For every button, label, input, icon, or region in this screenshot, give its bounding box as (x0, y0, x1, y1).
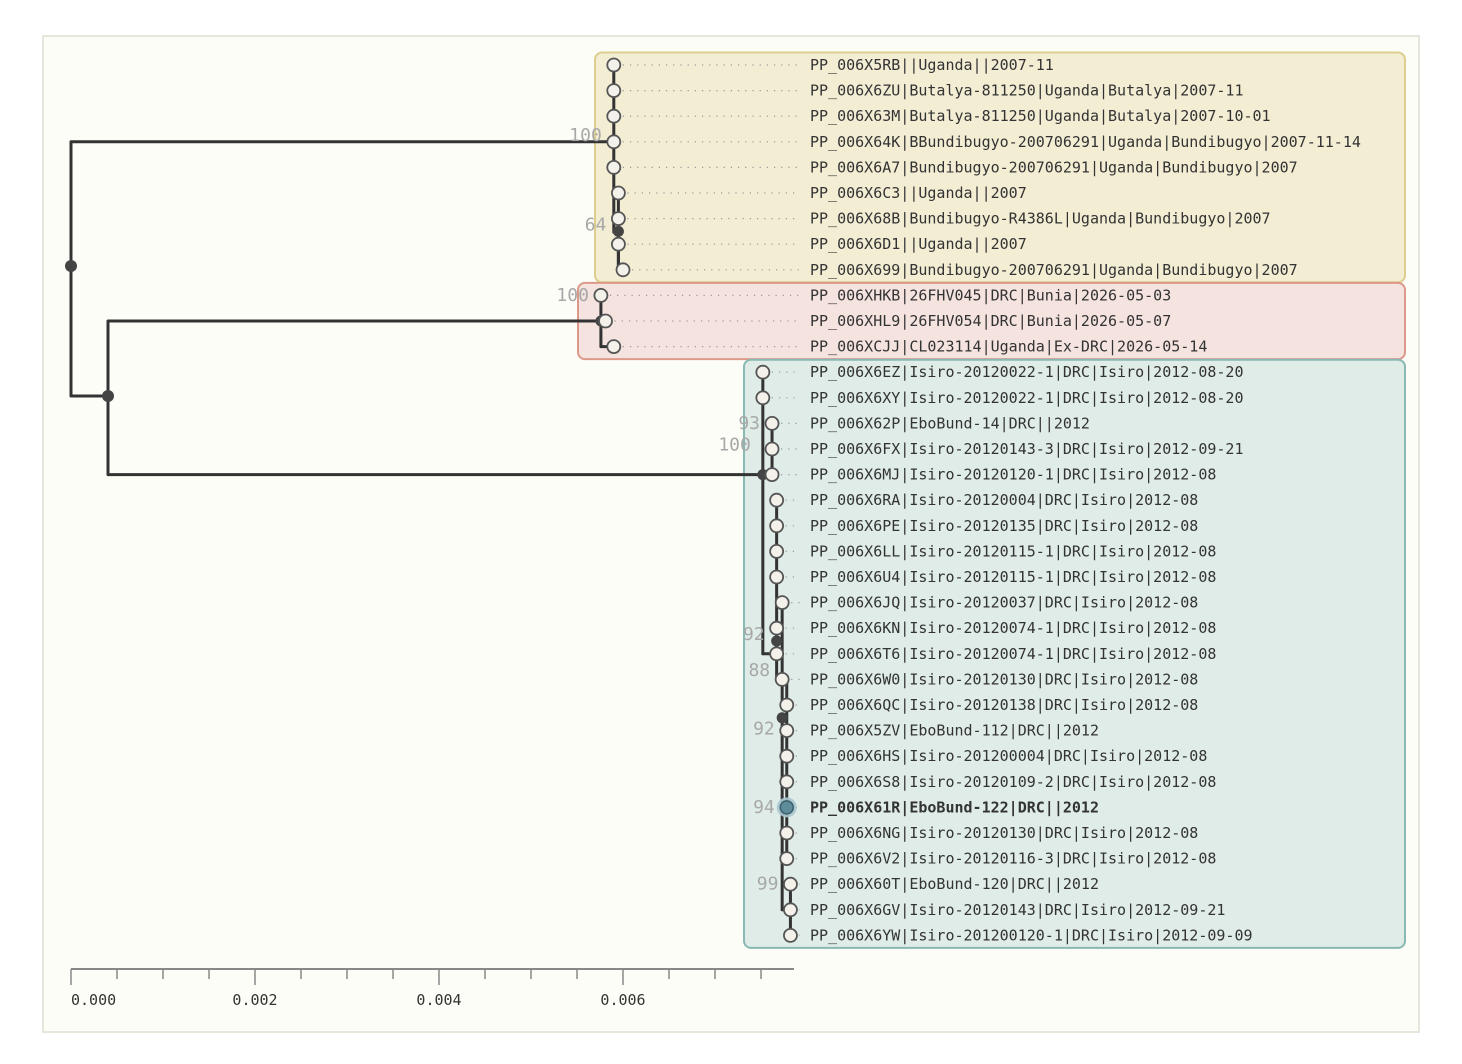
tree-panel: 0.000 0.002 0.004 0.006 PP_006X5RB||Uganda|… (42, 35, 1420, 1033)
tip-node (779, 697, 795, 713)
tip-label: PP_006X6T6|Isiro-20120074-1|DRC|Isiro|20… (810, 645, 1216, 663)
tip-label: PP_006X6KN|Isiro-20120074-1|DRC|Isiro|20… (810, 619, 1216, 637)
support-value: 92 (753, 719, 775, 740)
tip-label: PP_006X68B|Bundibugyo-R4386L|Uganda|Bund… (810, 210, 1271, 228)
support-value: 93 (738, 413, 760, 434)
tip-node (755, 390, 771, 406)
tip-node (779, 851, 795, 866)
tip-label: PP_006X6PE|Isiro-20120135|DRC|Isiro|2012… (810, 517, 1198, 535)
tip-label: PP_006X6C3||Uganda||2007 (810, 184, 1027, 202)
tip-label: PP_006XCJJ|CL023114|Uganda|Ex-DRC|2026-0… (810, 338, 1207, 356)
tip-label: PP_006X699|Bundibugyo-200706291|Uganda|B… (810, 261, 1298, 279)
support-value: 64 (585, 214, 607, 235)
tip-node (606, 339, 622, 355)
tip-node (774, 595, 790, 610)
tip-label: PP_006X64K|BBundibugyo-200706291|Uganda|… (810, 133, 1361, 151)
highlighted-tip-node (779, 800, 795, 815)
tip-node (779, 774, 795, 790)
tip-node (769, 569, 785, 585)
tip-node (769, 544, 785, 559)
internal-node (776, 712, 788, 724)
tip-node (769, 646, 785, 662)
internal-node (612, 225, 624, 237)
support-value: 92 (743, 624, 765, 645)
tip-node (764, 441, 780, 457)
tip-node (783, 876, 798, 892)
support-value: 100 (718, 435, 751, 456)
tip-label: PP_006X6NG|Isiro-20120130|DRC|Isiro|2012… (810, 824, 1198, 842)
tip-label: PP_006X60T|EboBund-120|DRC||2012 (810, 875, 1099, 893)
tip-node (611, 185, 626, 201)
tip-node (598, 313, 613, 329)
branch (106, 319, 603, 398)
tip-node (606, 83, 622, 98)
internal-node (771, 635, 783, 647)
tip-node (755, 364, 771, 380)
tip-label: PP_006X5RB||Uganda||2007-11 (810, 56, 1054, 74)
tip-label: PP_006X6V2|Isiro-20120116-3|DRC|Isiro|20… (810, 850, 1216, 868)
branch (69, 264, 110, 398)
tip-node (783, 902, 798, 918)
support-value: 100 (569, 125, 602, 146)
tip-node (769, 492, 785, 508)
tip-node (615, 262, 631, 278)
tip-label: PP_006X6HS|Isiro-201200004|DRC|Isiro|201… (810, 747, 1207, 765)
tip-node (779, 825, 795, 841)
tip-label: PP_006X6JQ|Isiro-20120037|DRC|Isiro|2012… (810, 594, 1198, 612)
axis-tick-label: 0.006 (600, 991, 645, 1009)
phylogenetic-tree: 0.000 0.002 0.004 0.006 PP_006X5RB||Uganda|… (65, 51, 1406, 1009)
tip-label: PP_006X6XY|Isiro-20120022-1|DRC|Isiro|20… (810, 389, 1243, 407)
tip-label: PP_006X6MJ|Isiro-20120120-1|DRC|Isiro|20… (810, 466, 1216, 484)
tip-label: PP_006XHKB|26FHV045|DRC|Bunia|2026-05-03 (810, 286, 1171, 304)
tip-label: PP_006X6W0|Isiro-20120130|DRC|Isiro|2012… (810, 670, 1198, 688)
tip-label: PP_006X5ZV|EboBund-112|DRC||2012 (810, 722, 1099, 740)
axis-tick-label: 0.004 (416, 991, 461, 1009)
highlighted-tip-label: PP_006X61R|EboBund-122|DRC||2012 (810, 798, 1099, 817)
tip-label: PP_006X6ZU|Butalya-811250|Uganda|Butalya… (810, 82, 1243, 100)
scale-axis: 0.000 0.002 0.004 0.006 (70, 968, 794, 1009)
tip-node (606, 108, 622, 124)
support-value: 99 (757, 874, 779, 895)
internal-node (102, 390, 114, 402)
tip-label: PP_006X6FX|Isiro-20120143-3|DRC|Isiro|20… (810, 440, 1243, 458)
tip-label: PP_006X6QC|Isiro-20120138|DRC|Isiro|2012… (810, 696, 1198, 714)
support-value: 88 (748, 660, 770, 681)
internal-node (65, 260, 77, 272)
tip-node (769, 518, 785, 534)
tip-label: PP_006X6RA|Isiro-20120004|DRC|Isiro|2012… (810, 491, 1198, 509)
tip-label: PP_006X6GV|Isiro-20120143|DRC|Isiro|2012… (810, 901, 1225, 919)
tip-label: PP_006X6EZ|Isiro-20120022-1|DRC|Isiro|20… (810, 363, 1243, 381)
tip-label: PP_006X6LL|Isiro-20120115-1|DRC|Isiro|20… (810, 542, 1216, 560)
tip-node (606, 134, 622, 150)
support-value: 100 (556, 285, 589, 306)
axis-tick-label: 0.000 (71, 991, 116, 1009)
tip-node (611, 211, 626, 227)
tip-node (779, 748, 795, 764)
branch (69, 140, 616, 268)
tip-node (593, 287, 609, 303)
tip-node (769, 620, 785, 636)
tip-label: PP_006X62P|EboBund-14|DRC||2012 (810, 414, 1090, 432)
branch (106, 394, 765, 477)
tip-label: PP_006X6A7|Bundibugyo-200706291|Uganda|B… (810, 158, 1298, 176)
tip-label: PP_006X6U4|Isiro-20120115-1|DRC|Isiro|20… (810, 568, 1216, 586)
tip-node (764, 415, 780, 431)
tip-node (779, 723, 795, 738)
tip-label: PP_006X6YW|Isiro-201200120-1|DRC|Isiro|2… (810, 926, 1253, 944)
tip-node (606, 159, 622, 175)
tip-node (774, 672, 790, 687)
support-value: 94 (753, 797, 775, 818)
axis-tick-label: 0.002 (232, 991, 277, 1009)
tip-label: PP_006X63M|Butalya-811250|Uganda|Butalya… (810, 107, 1271, 125)
tip-node (606, 57, 622, 73)
tip-node (783, 928, 798, 943)
tip-label: PP_006X6S8|Isiro-20120109-2|DRC|Isiro|20… (810, 773, 1216, 791)
tip-node (764, 467, 780, 483)
tip-label: PP_006X6D1||Uganda||2007 (810, 235, 1027, 253)
tip-label: PP_006XHL9|26FHV054|DRC|Bunia|2026-05-07 (810, 312, 1171, 330)
tip-node (611, 236, 626, 252)
